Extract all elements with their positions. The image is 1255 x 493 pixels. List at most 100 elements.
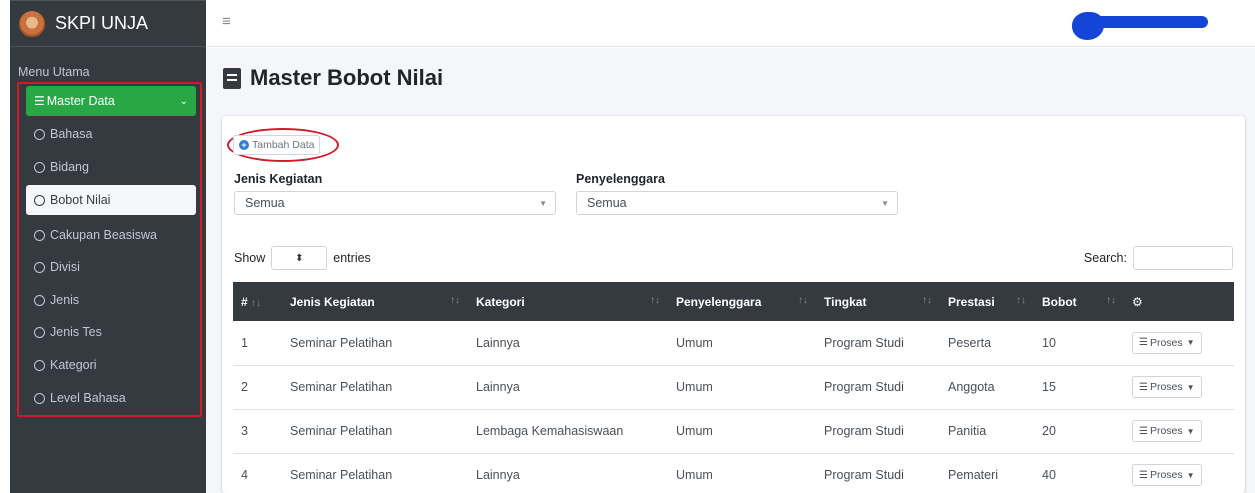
cell-bobot: 10: [1042, 335, 1056, 350]
circle-icon: [34, 392, 45, 404]
chevron-down-icon: ⌄: [179, 95, 188, 107]
plus-circle-icon: +: [239, 140, 249, 150]
circle-icon: [34, 229, 45, 241]
cell-actions: ☰ Proses ▼: [1124, 452, 1234, 493]
sidebar-item-jenis[interactable]: Jenis: [26, 285, 196, 315]
entries-label: entries: [333, 251, 371, 265]
column-header-prestasi[interactable]: Prestasi ↑↓: [940, 282, 1034, 321]
jenis-kegiatan-label: Jenis Kegiatan: [234, 172, 323, 186]
circle-icon: [34, 294, 45, 306]
circle-icon: [34, 194, 45, 206]
brand[interactable]: SKPI UNJA: [10, 1, 206, 47]
cell-tingkat: Program Studi: [816, 364, 940, 409]
book-icon: [223, 67, 241, 89]
sidebar-item-label: Master Data: [46, 94, 115, 108]
sidebar-item-cakupan-beasiswa[interactable]: Cakupan Beasiswa: [26, 220, 196, 250]
list-icon: ☰: [1139, 381, 1148, 393]
cell-actions: ☰ Proses ▼: [1124, 408, 1234, 453]
add-data-button[interactable]: + Tambah Data: [233, 135, 321, 155]
proses-button[interactable]: ☰ Proses ▼: [1132, 464, 1202, 487]
cell-prestasi: Panitia: [940, 408, 1034, 453]
column-header-jenis[interactable]: Jenis Kegiatan ↑↓: [282, 282, 468, 321]
proses-button[interactable]: ☰ Proses ▼: [1132, 420, 1202, 442]
table-search: Search:: [1084, 246, 1233, 270]
sidebar-item-bahasa[interactable]: Bahasa: [26, 119, 196, 149]
cell-tingkat: Program Studi: [816, 452, 940, 493]
sidebar-item-bidang[interactable]: Bidang: [26, 152, 196, 182]
cell-tingkat: Program Studi: [816, 408, 940, 453]
dropdown-arrow-icon: ▼: [539, 198, 547, 208]
cell-prestasi: Peserta: [948, 335, 992, 350]
sidebar-item-master-data[interactable]: ☰ Master Data ⌄: [26, 86, 196, 116]
cell-penyelenggara: Umum: [668, 452, 816, 493]
sidebar-item-label: Bahasa: [50, 127, 93, 141]
list-icon: ☰: [1139, 469, 1148, 481]
sidebar-item-kategori[interactable]: Kategori: [26, 350, 196, 380]
sidebar-item-label: Level Bahasa: [50, 391, 126, 405]
caret-down-icon: ▼: [1186, 426, 1195, 436]
top-navbar: ≡: [206, 0, 1255, 47]
cell-no: 1: [241, 335, 248, 350]
content-area: Master Bobot Nilai + Tambah Data Jenis K…: [206, 48, 1255, 493]
cell-bobot: 15: [1034, 364, 1124, 409]
brand-logo: [19, 10, 45, 37]
sidebar-item-label: Bidang: [50, 160, 89, 174]
circle-icon: [34, 161, 45, 173]
penyelenggara-value: Semua: [587, 196, 627, 210]
cell-kategori: Lembaga Kemahasiswaan: [468, 408, 668, 453]
caret-down-icon: ▼: [1186, 338, 1195, 348]
menu-header: Menu Utama: [18, 65, 90, 79]
list-icon: ☰: [1139, 337, 1148, 349]
cell-jenis: Seminar Pelatihan: [282, 364, 468, 409]
sidebar-item-bobot-nilai[interactable]: Bobot Nilai: [26, 185, 196, 215]
column-header-penyelenggara[interactable]: Penyelenggara ↑↓: [668, 282, 816, 321]
cell-kategori: Lainnya: [476, 335, 520, 350]
sidebar-item-level-bahasa[interactable]: Level Bahasa: [26, 383, 196, 413]
penyelenggara-select[interactable]: Semua ▼: [576, 191, 898, 215]
jenis-kegiatan-select[interactable]: Semua ▼: [234, 191, 556, 215]
data-card: + Tambah Data Jenis Kegiatan Semua ▼ Pen…: [222, 116, 1245, 493]
circle-icon: [34, 359, 45, 371]
cell-jenis: Seminar Pelatihan: [290, 335, 393, 350]
cell-penyelenggara: Umum: [668, 408, 816, 453]
penyelenggara-label: Penyelenggara: [576, 172, 665, 186]
cell-no: 2: [233, 364, 282, 409]
sidebar-item-label: Bobot Nilai: [50, 193, 111, 207]
circle-icon: [34, 261, 45, 273]
cell-bobot: 20: [1034, 408, 1124, 453]
bobot-nilai-table: # ↑↓ Jenis Kegiatan ↑↓ Kategori ↑↓ Penyele…: [233, 282, 1234, 493]
cell-prestasi: Anggota: [940, 364, 1034, 409]
sidebar-item-label: Jenis: [50, 293, 80, 307]
sidebar-item-divisi[interactable]: Divisi: [26, 252, 196, 282]
show-entries: Show ⬍ entries: [234, 246, 371, 270]
jenis-kegiatan-value: Semua: [245, 196, 285, 210]
cell-penyelenggara: Umum: [676, 335, 713, 350]
cell-actions: ☰ Proses ▼: [1124, 364, 1234, 409]
hamburger-icon[interactable]: ≡: [222, 13, 231, 30]
brand-name: SKPI UNJA: [55, 13, 149, 33]
cell-actions: ☰ Proses ▼: [1124, 321, 1234, 365]
add-data-label: Tambah Data: [252, 139, 315, 151]
column-header-bobot[interactable]: Bobot ↑↓: [1034, 282, 1124, 321]
page-title: Master Bobot Nilai: [223, 65, 443, 91]
caret-down-icon: ▼: [1186, 470, 1195, 480]
entries-length-select[interactable]: ⬍: [271, 246, 328, 270]
cell-no: 3: [233, 408, 282, 453]
sidebar-item-label: Jenis Tes: [50, 325, 102, 339]
proses-button[interactable]: ☰ Proses ▼: [1132, 376, 1202, 398]
column-header-kategori[interactable]: Kategori ↑↓: [468, 282, 668, 321]
cell-jenis: Seminar Pelatihan: [282, 452, 468, 493]
table-row: 1 Seminar Pelatihan Lainnya Umum Program…: [233, 321, 1234, 365]
search-input[interactable]: [1133, 246, 1233, 270]
proses-button[interactable]: ☰ Proses ▼: [1132, 331, 1202, 354]
table-row: 4 Seminar Pelatihan Lainnya Umum Program…: [233, 452, 1234, 493]
column-header-no[interactable]: # ↑↓: [233, 282, 282, 321]
sidebar-item-jenis-tes[interactable]: Jenis Tes: [26, 317, 196, 347]
dropdown-arrow-icon: ▼: [881, 198, 889, 208]
list-icon: ☰: [1139, 425, 1148, 437]
column-header-tingkat[interactable]: Tingkat ↑↓: [816, 282, 940, 321]
cell-tingkat: Program Studi: [824, 335, 904, 350]
caret-down-icon: ▼: [1186, 382, 1195, 392]
cell-kategori: Lainnya: [468, 364, 668, 409]
sidebar-item-label: Divisi: [50, 260, 80, 274]
